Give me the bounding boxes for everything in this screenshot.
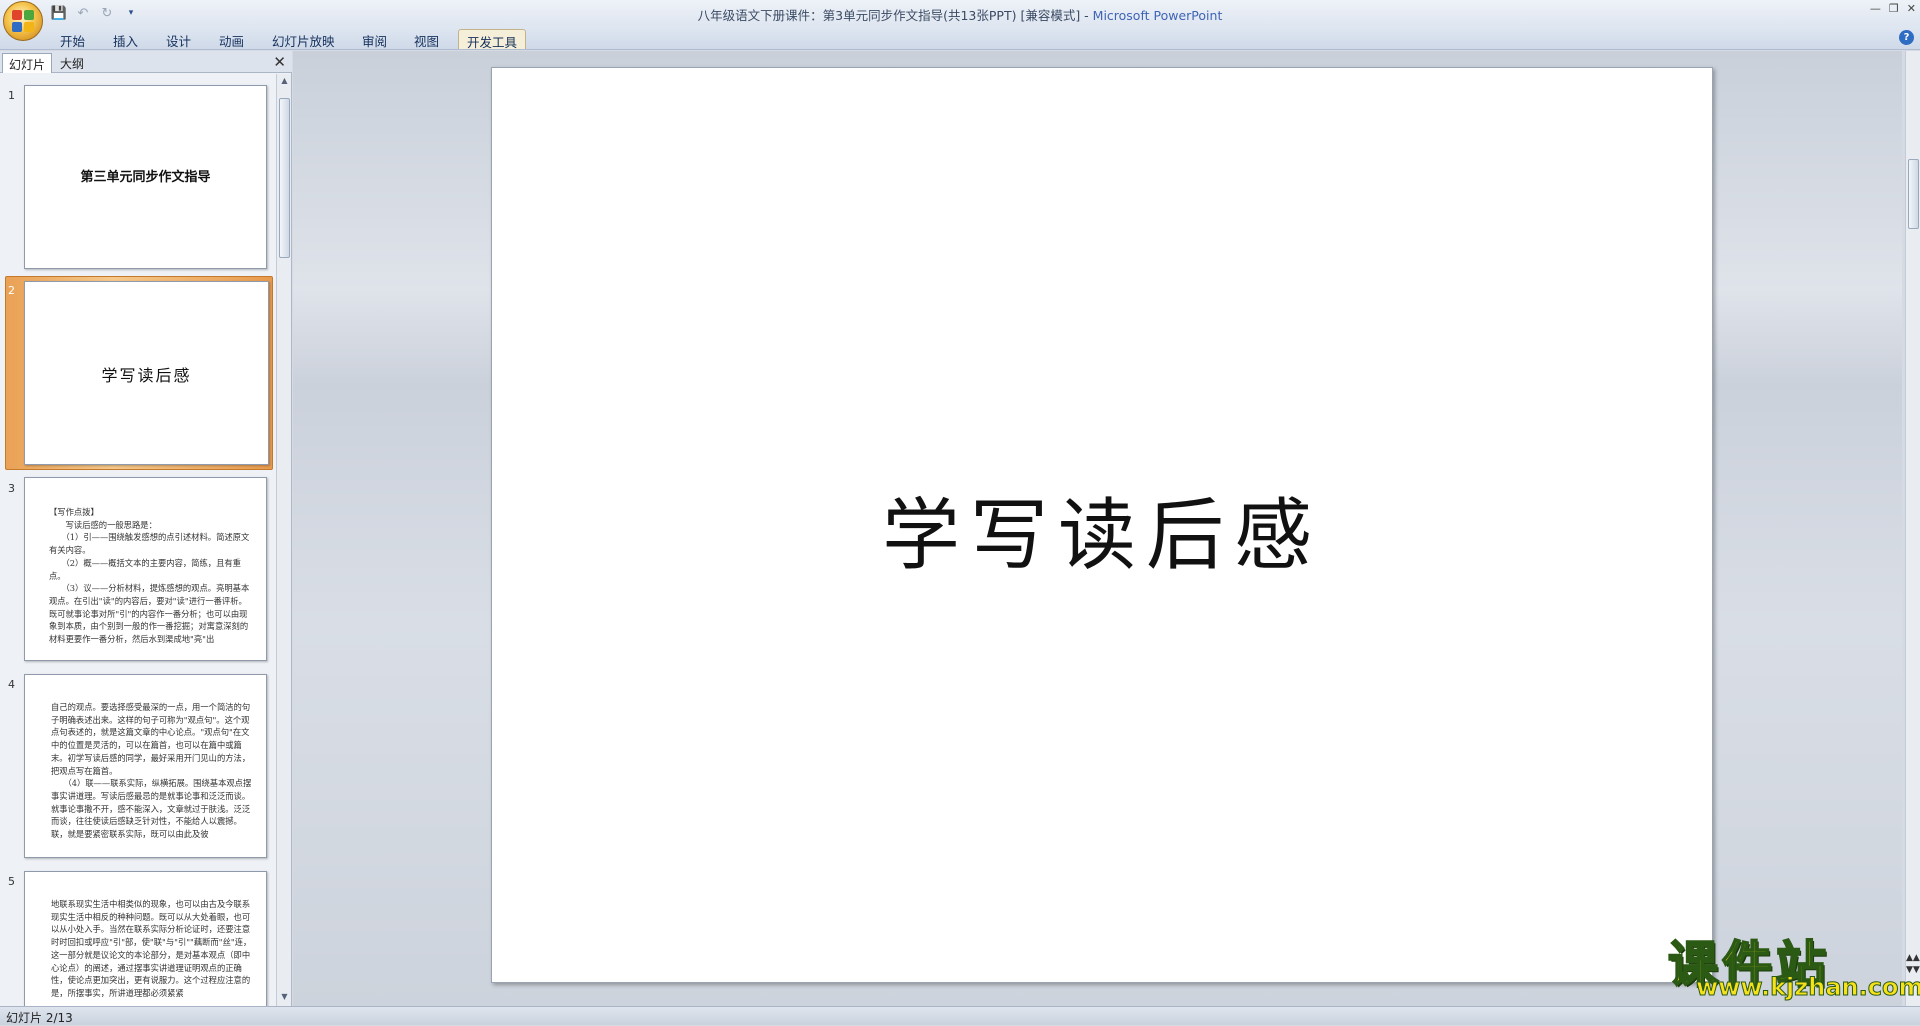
- tab-design[interactable]: 设计: [158, 29, 199, 49]
- slide-editing-area: 学写读后感: [293, 51, 1902, 1006]
- slide-number: 1: [8, 89, 15, 102]
- current-slide[interactable]: 学写读后感: [491, 67, 1713, 983]
- tab-slides[interactable]: 幻灯片: [2, 53, 53, 73]
- scrollbar-thumb[interactable]: [1908, 159, 1919, 229]
- help-icon[interactable]: ?: [1899, 30, 1914, 45]
- status-bar: 幻灯片 2/13: [0, 1006, 1920, 1025]
- office-logo-icon: [12, 10, 34, 32]
- title-bar: 💾 ↶ ↻ ▾ 八年级语文下册课件：第3单元同步作文指导(共13张PPT) [兼…: [0, 0, 1920, 26]
- close-pane-icon[interactable]: ✕: [273, 53, 286, 71]
- pane-tabs: 幻灯片 大纲 ✕: [0, 51, 292, 73]
- previous-slide-icon[interactable]: ▲▲: [1906, 952, 1920, 964]
- scroll-down-icon[interactable]: ▼: [279, 992, 290, 1004]
- scrollbar-thumb[interactable]: [279, 98, 290, 258]
- watermark-logo: 课件站 www.kjzhan.com: [1667, 925, 1920, 1005]
- watermark-url: www.kjzhan.com: [1695, 973, 1920, 1002]
- tab-review[interactable]: 审阅: [354, 29, 395, 49]
- slide-thumbnail-5[interactable]: 地联系现实生活中相类似的现象，也可以由古及今联系现实生活中相反的种种问题。既可以…: [24, 871, 267, 1006]
- window-title-doc: 八年级语文下册课件：第3单元同步作文指导(共13张PPT) [兼容模式] -: [697, 8, 1093, 23]
- window-title-app: Microsoft PowerPoint: [1092, 8, 1223, 23]
- tab-animations[interactable]: 动画: [211, 29, 252, 49]
- tab-home[interactable]: 开始: [52, 29, 93, 49]
- slides-pane-scrollbar[interactable]: ▲ ▼: [276, 74, 291, 1006]
- tab-developer[interactable]: 开发工具: [458, 29, 527, 50]
- close-window-icon[interactable]: ✕: [1907, 2, 1916, 15]
- window-controls: — ❐ ✕: [1870, 2, 1916, 15]
- tab-outline[interactable]: 大纲: [54, 53, 90, 73]
- slide-thumbnail-4[interactable]: 自己的观点。要选择感受最深的一点，用一个简洁的句子明确表述出来。这样的句子可称为…: [24, 674, 267, 858]
- slide-thumbnail-title: 第三单元同步作文指导: [80, 170, 211, 185]
- slide-thumbnail-title: 学写读后感: [101, 366, 192, 385]
- slide-indicator: 幻灯片 2/13: [6, 1011, 73, 1025]
- minimize-icon[interactable]: —: [1870, 2, 1881, 15]
- slide-thumbnail-text: 自己的观点。要选择感受最深的一点，用一个简洁的句子明确表述出来。这样的句子可称为…: [51, 702, 252, 840]
- slide-thumbnail-3[interactable]: 【写作点拨】 写读后感的一般思路是： （1）引——围绕触发感想的点引述材料。简述…: [24, 477, 267, 661]
- slide-thumbnail-text: 【写作点拨】 写读后感的一般思路是： （1）引——围绕触发感想的点引述材料。简述…: [49, 507, 250, 645]
- scroll-up-icon[interactable]: ▲: [279, 76, 290, 88]
- slides-pane: 幻灯片 大纲 ✕ 1 第三单元同步作文指导 2 学写读后感 3 【写作点拨】 写…: [0, 51, 292, 1006]
- editor-scrollbar[interactable]: [1905, 51, 1920, 1006]
- slide-number: 2: [8, 284, 15, 297]
- slide-number: 3: [8, 482, 15, 495]
- restore-icon[interactable]: ❐: [1889, 2, 1899, 15]
- slide-thumbnail-text: 地联系现实生活中相类似的现象，也可以由古及今联系现实生活中相反的种种问题。既可以…: [51, 899, 252, 998]
- slide-thumbnail-2[interactable]: 学写读后感: [24, 281, 269, 465]
- window-title: 八年级语文下册课件：第3单元同步作文指导(共13张PPT) [兼容模式] - M…: [0, 5, 1920, 24]
- tab-slideshow[interactable]: 幻灯片放映: [264, 29, 343, 49]
- office-button[interactable]: [3, 1, 43, 41]
- slide-title[interactable]: 学写读后感: [492, 473, 1712, 585]
- slide-thumbnail-1[interactable]: 第三单元同步作文指导: [24, 85, 267, 269]
- tab-insert[interactable]: 插入: [105, 29, 146, 49]
- slide-number: 4: [8, 678, 15, 691]
- slide-thumbnail-list: 1 第三单元同步作文指导 2 学写读后感 3 【写作点拨】 写读后感的一般思路是…: [0, 74, 276, 1006]
- ribbon-tabs: 开始 插入 设计 动画 幻灯片放映 审阅 视图 开发工具 ?: [0, 26, 1920, 50]
- slide-number: 5: [8, 875, 15, 888]
- tab-view[interactable]: 视图: [406, 29, 447, 49]
